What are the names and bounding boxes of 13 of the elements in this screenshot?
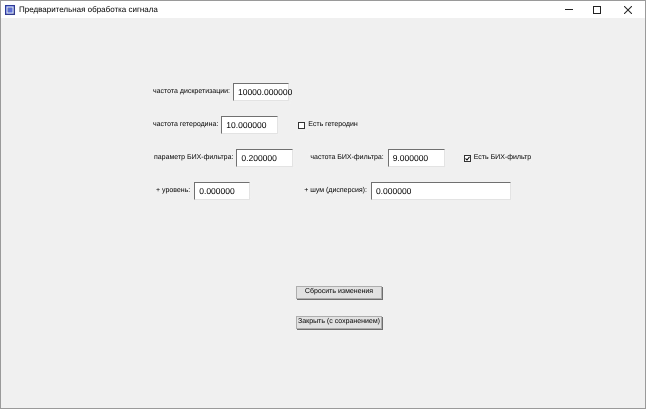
maximize-icon [593, 6, 601, 14]
close-icon [624, 6, 632, 14]
input-field[interactable]: 10.000000 [221, 116, 278, 134]
input-field[interactable]: 0.000000 [194, 182, 250, 200]
checkmark-icon [464, 156, 470, 160]
input-field[interactable]: 0.200000 [236, 149, 294, 167]
minimize-icon [565, 9, 573, 10]
checkbox[interactable] [464, 154, 471, 162]
checkbox[interactable] [298, 122, 306, 128]
app-icon [5, 4, 15, 14]
input-field[interactable]: 0.000000 [370, 182, 511, 200]
input-field[interactable]: 9.000000 [388, 149, 445, 167]
window-title: Предварительная обработка сигнала [19, 4, 158, 16]
